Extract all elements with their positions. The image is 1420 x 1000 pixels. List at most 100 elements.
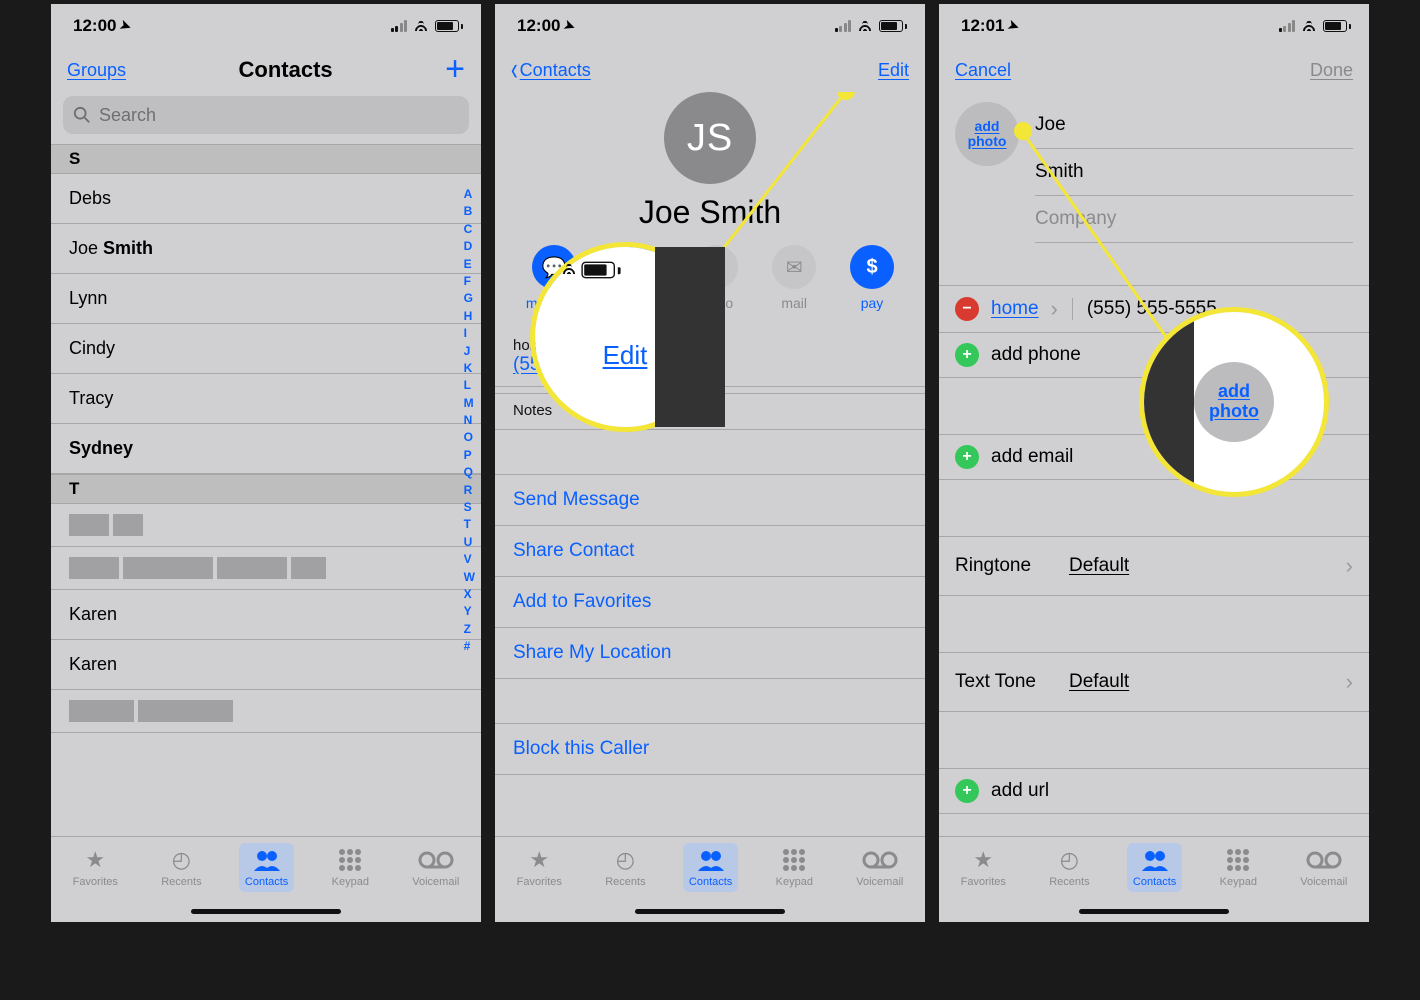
tab-recents[interactable]: ◴Recents [155, 843, 207, 892]
company-field[interactable]: Company [1035, 196, 1353, 243]
contact-name: Joe Smith [495, 194, 925, 231]
tab-voicemail[interactable]: Voicemail [406, 843, 465, 892]
phone-field[interactable]: home (555) 555-5555 [495, 329, 925, 387]
contacts-list[interactable]: S Debs Joe Smith Lynn Cindy Tracy Sydney… [51, 144, 481, 836]
first-name-field[interactable]: Joe [1035, 102, 1353, 149]
tab-bar: ★Favorites ◴Recents Contacts Keypad Voic… [495, 836, 925, 922]
cancel-button[interactable]: Cancel [955, 60, 1011, 81]
tab-keypad[interactable]: Keypad [326, 843, 375, 892]
list-item[interactable]: Karen [51, 590, 481, 640]
status-bar: 12:00 ➤ [495, 4, 925, 48]
notes-field[interactable]: Notes [495, 393, 925, 430]
add-icon: + [955, 445, 979, 469]
action-call[interactable]: ✆call [617, 245, 661, 311]
home-indicator[interactable] [191, 909, 341, 914]
star-icon: ★ [85, 847, 105, 873]
tab-contacts[interactable]: Contacts [683, 843, 738, 892]
section-header-t: T [51, 474, 481, 504]
screen-contact-detail: 12:00 ➤ ‹Contacts Edit JS Joe Smith 💬mes… [495, 4, 925, 922]
message-icon: 💬 [532, 245, 576, 289]
keypad-icon [782, 847, 806, 873]
star-icon: ★ [973, 847, 993, 873]
list-item[interactable]: Cindy [51, 324, 481, 374]
tab-keypad[interactable]: Keypad [1214, 843, 1263, 892]
last-name-field[interactable]: Smith [1035, 149, 1353, 196]
add-favorite-row[interactable]: Add to Favorites [495, 577, 925, 628]
done-button[interactable]: Done [1310, 60, 1353, 81]
nav-bar: Cancel Done [939, 48, 1369, 92]
contacts-icon [1140, 847, 1170, 873]
list-item[interactable] [51, 547, 481, 590]
phone-value[interactable]: (555) 555-5555 [1072, 298, 1217, 320]
edit-button[interactable]: Edit [878, 60, 909, 81]
search-icon [73, 106, 91, 124]
wifi-icon [857, 16, 873, 36]
block-caller-row[interactable]: Block this Caller [495, 723, 925, 775]
tab-voicemail[interactable]: Voicemail [850, 843, 909, 892]
voicemail-icon [1306, 847, 1342, 873]
phone-value[interactable]: (555) 555-5555 [513, 354, 907, 376]
add-email-row[interactable]: + add email [939, 434, 1369, 480]
tab-favorites[interactable]: ★Favorites [955, 843, 1012, 892]
screen-contacts-list: 12:00 ➤ Groups Contacts + Search S Debs … [51, 4, 481, 922]
list-item[interactable]: Lynn [51, 274, 481, 324]
ringtone-row[interactable]: Ringtone Default › [939, 536, 1369, 596]
texttone-row[interactable]: Text Tone Default › [939, 652, 1369, 712]
home-indicator[interactable] [1079, 909, 1229, 914]
remove-icon[interactable]: − [955, 297, 979, 321]
status-bar: 12:00 ➤ [51, 4, 481, 48]
battery-icon [1323, 20, 1351, 32]
send-message-row[interactable]: Send Message [495, 474, 925, 526]
tab-bar: ★Favorites ◴Recents Contacts Keypad Voic… [939, 836, 1369, 922]
voicemail-icon [418, 847, 454, 873]
alpha-index[interactable]: ABCDEFGHIJKLMNOPQRSTUVWXYZ# [464, 186, 475, 656]
voicemail-icon [862, 847, 898, 873]
list-item[interactable]: Karen [51, 640, 481, 690]
groups-button[interactable]: Groups [67, 60, 126, 81]
add-url-row[interactable]: + add url [939, 768, 1369, 814]
wifi-icon [1301, 16, 1317, 36]
tab-favorites[interactable]: ★Favorites [511, 843, 568, 892]
phone-type[interactable]: home [991, 298, 1039, 320]
tab-recents[interactable]: ◴Recents [1043, 843, 1095, 892]
share-contact-row[interactable]: Share Contact [495, 526, 925, 577]
list-item[interactable] [51, 690, 481, 733]
screen-edit-contact: 12:01 ➤ Cancel Done addphoto Joe Smith C… [939, 4, 1369, 922]
signal-icon [391, 20, 408, 32]
clock-icon: ◴ [1060, 847, 1079, 873]
keypad-icon [338, 847, 362, 873]
add-contact-button[interactable]: + [445, 56, 465, 83]
tab-bar: ★Favorites ◴Recents Contacts Keypad Voic… [51, 836, 481, 922]
phone-home-row[interactable]: − home › (555) 555-5555 [939, 285, 1369, 333]
home-indicator[interactable] [635, 909, 785, 914]
video-icon: ■ [694, 245, 738, 289]
action-pay[interactable]: $pay [850, 245, 894, 311]
avatar: JS [664, 92, 756, 184]
tab-voicemail[interactable]: Voicemail [1294, 843, 1353, 892]
list-item[interactable]: Debs [51, 174, 481, 224]
phone-icon: ✆ [617, 245, 661, 289]
action-mail[interactable]: ✉mail [772, 245, 816, 311]
chevron-right-icon: › [1346, 669, 1353, 695]
list-item[interactable]: Tracy [51, 374, 481, 424]
add-phone-row[interactable]: + add phone [939, 333, 1369, 378]
nav-bar: Groups Contacts + [51, 48, 481, 92]
tab-contacts[interactable]: Contacts [1127, 843, 1182, 892]
back-button[interactable]: ‹Contacts [511, 59, 591, 82]
add-photo-button[interactable]: addphoto [955, 102, 1019, 166]
tab-recents[interactable]: ◴Recents [599, 843, 651, 892]
action-message[interactable]: 💬message [526, 245, 583, 311]
tab-favorites[interactable]: ★Favorites [67, 843, 124, 892]
share-location-row[interactable]: Share My Location [495, 628, 925, 679]
tab-contacts[interactable]: Contacts [239, 843, 294, 892]
action-video[interactable]: ■video [694, 245, 738, 311]
list-item[interactable]: Joe Smith [51, 224, 481, 274]
list-item[interactable] [51, 504, 481, 547]
tab-keypad[interactable]: Keypad [770, 843, 819, 892]
search-input[interactable]: Search [63, 96, 469, 134]
add-icon: + [955, 343, 979, 367]
list-item[interactable]: Sydney [51, 424, 481, 474]
clock-icon: ◴ [616, 847, 635, 873]
add-icon: + [955, 779, 979, 803]
location-icon: ➤ [562, 17, 578, 36]
